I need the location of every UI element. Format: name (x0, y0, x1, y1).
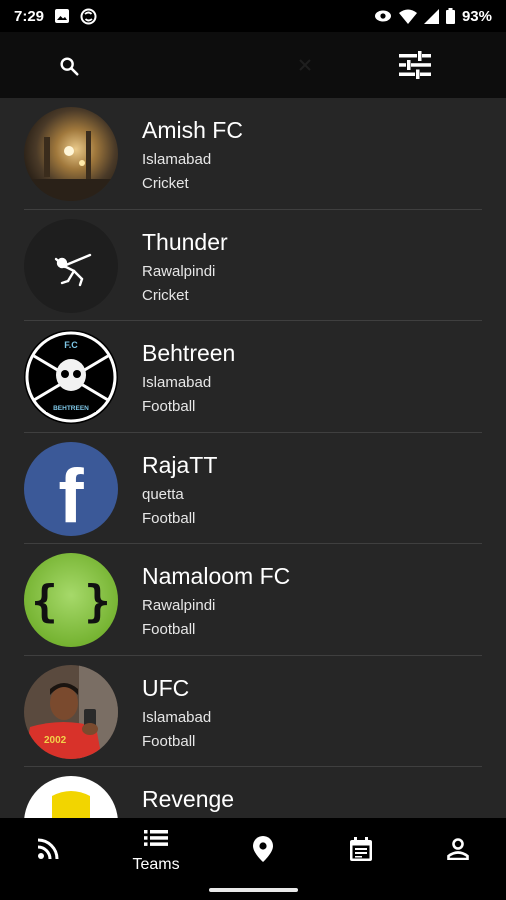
team-city: Rawalpindi (142, 262, 216, 280)
team-name: RajaTT (142, 451, 218, 478)
status-time: 7:29 (14, 7, 45, 25)
team-sport: Football (142, 398, 196, 415)
team-sport: Football (142, 509, 196, 527)
sync-icon (80, 8, 97, 25)
badge-top-text: F.C (64, 340, 78, 350)
team-sport: Football (142, 621, 196, 638)
team-sport: Football (142, 732, 196, 750)
nav-teams[interactable]: Teams (116, 818, 196, 884)
status-bar: 7:29 93% (0, 0, 506, 32)
signal-icon (423, 8, 439, 24)
team-list-item[interactable]: Thunder Rawalpindi Cricket (0, 210, 506, 321)
close-icon[interactable] (294, 54, 316, 76)
team-name: Thunder (142, 228, 228, 255)
team-avatar: f (24, 441, 118, 536)
rss-feed-icon (37, 838, 59, 865)
team-list-item[interactable]: { } Namaloom FC Rawalpindi Football (0, 544, 506, 656)
team-city: quetta (142, 485, 184, 503)
calendar-icon (350, 836, 372, 866)
team-city: Rawalpindi (142, 597, 216, 614)
team-name: Namaloom FC (142, 563, 291, 589)
battery-icon (445, 8, 455, 24)
braces-glyph: { } (31, 576, 110, 627)
team-avatar: F.C BEHTREEN (24, 330, 118, 424)
shirt-text: 2002 (44, 735, 67, 746)
team-avatar (24, 107, 118, 201)
search-icon[interactable] (54, 51, 84, 81)
team-list[interactable]: Amish FC Islamabad Cricket Thunder Rawal… (0, 98, 506, 818)
eye-icon (374, 9, 392, 23)
team-city: Islamabad (142, 374, 212, 391)
nav-teams-label: Teams (132, 855, 180, 873)
team-name: Amish FC (142, 117, 243, 143)
person-icon (447, 837, 469, 865)
nav-feed[interactable] (18, 818, 78, 884)
tune-icon[interactable] (396, 48, 434, 82)
team-list-item[interactable]: Amish FC Islamabad Cricket (0, 98, 506, 210)
team-city: Islamabad (142, 151, 212, 168)
team-avatar: 2002 (24, 664, 118, 759)
home-indicator[interactable] (209, 888, 298, 892)
nav-calendar[interactable] (331, 818, 391, 884)
team-avatar: { } (24, 553, 118, 647)
team-name: Revenge (142, 786, 235, 812)
nav-location[interactable] (233, 818, 293, 884)
team-list-item[interactable]: F.C BEHTREEN Behtreen Islamabad Football (0, 321, 506, 433)
team-city: Islamabad (142, 708, 212, 726)
team-list-item[interactable]: f RajaTT quetta Football (0, 433, 506, 544)
location-pin-icon (253, 835, 273, 867)
team-avatar (24, 776, 118, 818)
team-sport: Cricket (142, 286, 189, 304)
team-name: UFC (142, 674, 190, 701)
battery-percent: 93% (461, 7, 492, 25)
list-icon (144, 829, 168, 852)
facebook-logo-glyph: f (58, 454, 84, 536)
nav-profile[interactable] (428, 818, 488, 884)
badge-bottom-text: BEHTREEN (53, 405, 89, 412)
team-list-item[interactable]: 2002 UFC Islamabad Football (0, 656, 506, 767)
image-icon (54, 8, 70, 24)
team-name: Behtreen (142, 340, 236, 366)
team-sport: Cricket (142, 175, 189, 192)
wifi-icon (398, 9, 417, 24)
team-avatar (24, 218, 118, 313)
team-list-item[interactable]: Revenge (0, 767, 506, 818)
search-toolbar (0, 32, 506, 98)
